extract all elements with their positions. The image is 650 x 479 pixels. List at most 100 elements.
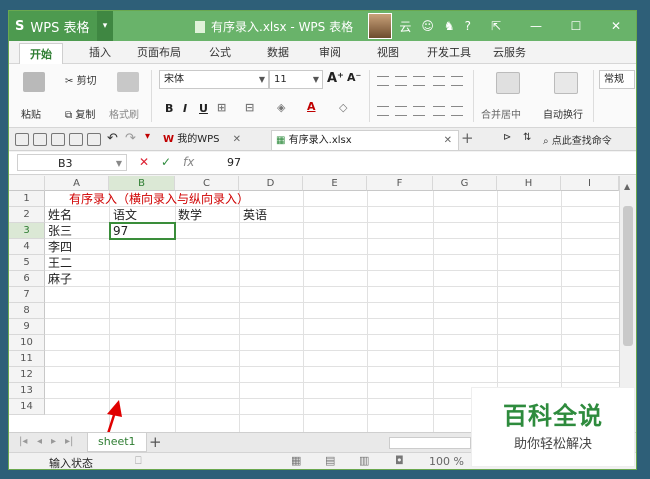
column-header[interactable]: B [109, 176, 175, 191]
number-format-select[interactable]: 常规 [599, 70, 635, 89]
name-box[interactable]: B3 ▼ [17, 154, 127, 171]
clear-format-icon[interactable]: ◇ [339, 101, 347, 114]
print-icon[interactable] [69, 133, 83, 146]
row-header[interactable]: 13 [9, 383, 45, 399]
cell-a3[interactable]: 张三 [48, 223, 72, 239]
tab-my-wps[interactable]: W 我的WPS ✕ [159, 130, 271, 149]
row-header[interactable]: 11 [9, 351, 45, 367]
last-sheet-icon[interactable]: ▸| [65, 436, 73, 447]
wrap-text-icon[interactable] [554, 72, 578, 94]
export-icon[interactable] [51, 133, 65, 146]
format-painter-icon[interactable] [117, 72, 139, 92]
skin-icon[interactable]: ☺ [421, 19, 434, 33]
tab-view[interactable]: 视图 [377, 44, 399, 60]
open-icon[interactable] [15, 133, 29, 146]
merge-icon[interactable]: ⊟ [245, 101, 254, 114]
row-header[interactable]: 1 [9, 191, 45, 207]
tab-cloud[interactable]: 云服务 [493, 44, 526, 60]
share-icon[interactable]: ⇅ [523, 132, 531, 143]
avatar[interactable] [368, 13, 393, 39]
tab-developer[interactable]: 开发工具 [427, 44, 471, 60]
cell-a4[interactable]: 李四 [48, 239, 72, 255]
restore-icon[interactable]: ⇱ [481, 19, 511, 33]
eye-protect-icon[interactable]: ◘ [395, 454, 404, 467]
column-header[interactable]: A [45, 176, 109, 191]
close-icon[interactable]: ✕ [233, 134, 241, 145]
quick-access-menu-icon[interactable]: ▾ [145, 131, 150, 142]
help-button[interactable]: ? [465, 19, 471, 33]
column-header[interactable]: H [497, 176, 561, 191]
row-header[interactable]: 5 [9, 255, 45, 271]
column-header[interactable]: G [433, 176, 497, 191]
row-header[interactable]: 10 [9, 335, 45, 351]
column-header[interactable]: E [303, 176, 367, 191]
cancel-button[interactable]: ✕ [139, 155, 149, 169]
format-painter-button[interactable]: 格式刷 [109, 106, 139, 121]
scroll-up-icon[interactable]: ▲ [624, 182, 630, 191]
horizontal-scrollbar[interactable] [389, 437, 471, 449]
cell-b2[interactable]: 语文 [113, 207, 137, 223]
prev-sheet-icon[interactable]: ◂ [37, 436, 42, 447]
font-color-button[interactable]: A [307, 100, 316, 113]
align-bottom-icon[interactable] [413, 76, 425, 86]
undo-icon[interactable]: ↶ [107, 131, 118, 146]
close-button[interactable]: ✕ [601, 19, 631, 33]
print-preview-icon[interactable] [87, 133, 101, 146]
column-header[interactable]: D [239, 176, 303, 191]
sheet-tab[interactable]: sheet1 [87, 433, 147, 452]
select-all-corner[interactable] [9, 176, 45, 191]
justify-icon[interactable] [433, 106, 445, 116]
row-header[interactable]: 6 [9, 271, 45, 287]
row-header[interactable]: 4 [9, 239, 45, 255]
column-header[interactable]: C [175, 176, 239, 191]
user-label[interactable]: 云 [399, 18, 411, 35]
fill-color-icon[interactable]: ◈ [277, 101, 285, 114]
add-sheet-button[interactable]: + [149, 433, 162, 451]
column-header[interactable]: F [367, 176, 433, 191]
align-middle-icon[interactable] [395, 76, 407, 86]
insert-function-button[interactable]: fx [183, 155, 194, 169]
shrink-font-icon[interactable]: A⁻ [347, 71, 361, 84]
paste-icon[interactable] [23, 72, 45, 92]
cut-button[interactable]: ✂ 剪切 [65, 72, 97, 87]
row-header[interactable]: 14 [9, 399, 45, 415]
chevron-down-icon[interactable]: ▼ [116, 155, 122, 172]
font-name-select[interactable]: 宋体 ▼ [159, 70, 269, 89]
cell-c2[interactable]: 数学 [178, 207, 202, 223]
tab-insert[interactable]: 插入 [89, 44, 111, 60]
page-break-icon[interactable]: ▥ [359, 454, 369, 467]
tab-data[interactable]: 数据 [267, 44, 289, 60]
tab-home[interactable]: 开始 [19, 43, 63, 64]
zoom-level[interactable]: 100 % [429, 455, 464, 468]
align-left-icon[interactable] [377, 106, 389, 116]
bold-button[interactable]: B [165, 102, 173, 115]
redo-icon[interactable]: ↷ [125, 131, 136, 146]
row-header[interactable]: 7 [9, 287, 45, 303]
scroll-thumb[interactable] [623, 206, 633, 346]
search-command[interactable]: ⌕ 点此查找命令 [543, 132, 612, 147]
row-header[interactable]: 3 [9, 223, 45, 239]
row-header[interactable]: 9 [9, 319, 45, 335]
formula-input[interactable]: 97 [227, 156, 241, 169]
tab-formulas[interactable]: 公式 [209, 44, 231, 60]
new-tab-button[interactable]: + [461, 129, 474, 147]
app-menu-button[interactable]: S WPS 表格 ▾ [9, 11, 113, 41]
tab-current-file[interactable]: ▦ 有序录入.xlsx ✕ [271, 130, 459, 150]
merge-center-button[interactable]: 合并居中 [481, 106, 521, 121]
font-size-select[interactable]: 11 ▼ [269, 70, 323, 89]
wrap-text-button[interactable]: 自动换行 [543, 106, 583, 121]
tab-page-layout[interactable]: 页面布局 [137, 44, 181, 60]
cell-a2[interactable]: 姓名 [48, 207, 72, 223]
underline-button[interactable]: U [199, 102, 208, 115]
row-header[interactable]: 2 [9, 207, 45, 223]
cell-d2[interactable]: 英语 [243, 207, 267, 223]
cell-a1-note[interactable]: 有序录入（横向录入与纵向录入） [69, 191, 249, 207]
distributed-icon[interactable] [451, 106, 463, 116]
cell-a6[interactable]: 麻子 [48, 271, 72, 287]
page-layout-icon[interactable]: ▤ [325, 454, 335, 467]
column-header[interactable]: I [561, 176, 619, 191]
maximize-button[interactable]: ☐ [561, 19, 591, 33]
italic-button[interactable]: I [183, 102, 187, 115]
border-icon[interactable]: ⊞ [217, 101, 226, 114]
normal-view-icon[interactable]: ▦ [291, 454, 301, 467]
